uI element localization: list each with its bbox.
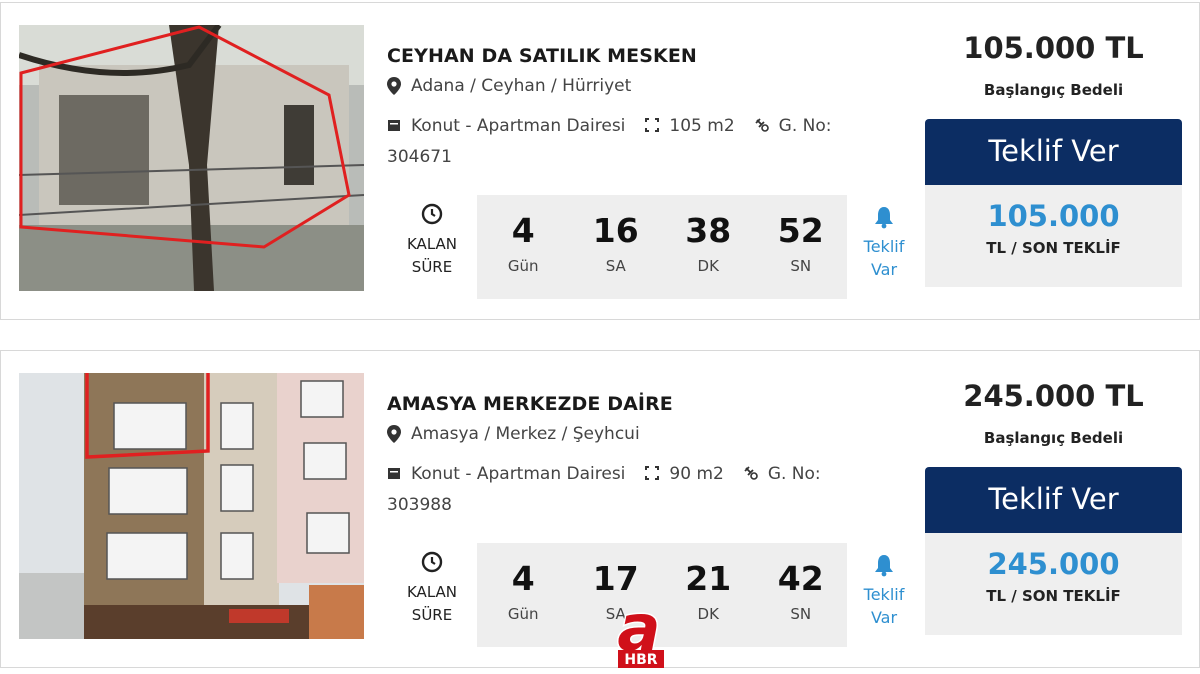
listing-location: Adana / Ceyhan / Hürriyet (387, 76, 631, 96)
make-offer-button[interactable]: Teklif Ver (925, 467, 1182, 533)
auction-number: 303988 (387, 495, 452, 515)
listing-card[interactable]: AMASYA MERKEZDE DAİRE Amasya / Merkez / … (0, 350, 1200, 668)
listing-card[interactable]: CEYHAN DA SATILIK MESKEN Adana / Ceyhan … (0, 2, 1200, 320)
timer-seconds: 52 SN (777, 211, 824, 275)
timer-hours: 16 SA (592, 211, 639, 275)
a-haber-logo: a HBR (616, 598, 664, 668)
countdown-timer: 4 Gün 16 SA 38 DK 52 SN (477, 195, 847, 299)
starting-price-label: Başlangıç Bedeli (983, 81, 1124, 99)
starting-price-label: Başlangıç Bedeli (983, 429, 1124, 447)
last-offer-label: TL / SON TEKLİF (986, 587, 1121, 605)
property-area: 90 m2 (669, 464, 724, 484)
property-area: 105 m2 (669, 116, 735, 136)
last-offer-value: 105.000 (987, 199, 1120, 233)
map-pin-icon (387, 77, 401, 95)
timer-minutes: 21 DK (685, 559, 732, 623)
clock-icon (421, 203, 443, 225)
svg-text:HBR: HBR (624, 652, 657, 668)
listing-details: Konut - Apartman Dairesi 105 m2 G. No: 3… (387, 111, 877, 173)
clock-icon (421, 551, 443, 573)
property-type: Konut - Apartman Dairesi (411, 464, 626, 484)
auction-number-icon (755, 118, 769, 132)
last-offer-value: 245.000 (987, 547, 1120, 581)
building-icon (388, 120, 400, 131)
starting-price: 105.000 TL (963, 31, 1144, 65)
last-offer-box: 105.000 TL / SON TEKLİF (925, 185, 1182, 287)
timer-days: 4 Gün (507, 211, 539, 275)
last-offer-box: 245.000 TL / SON TEKLİF (925, 533, 1182, 635)
auction-number-label: G. No: (778, 116, 832, 136)
auction-number-icon (744, 466, 758, 480)
auction-number-label: G. No: (767, 464, 821, 484)
map-pin-icon (387, 425, 401, 443)
starting-price: 245.000 TL (963, 379, 1144, 413)
area-icon (645, 466, 660, 480)
auction-number: 304671 (387, 147, 452, 167)
listing-details: Konut - Apartman Dairesi 90 m2 G. No: 30… (387, 459, 877, 521)
offer-status[interactable]: Teklif Var (859, 203, 909, 281)
last-offer-label: TL / SON TEKLİF (986, 239, 1121, 257)
bell-icon (875, 207, 893, 229)
remaining-time-label: KALAN SÜRE (399, 551, 465, 627)
timer-seconds: 42 SN (777, 559, 824, 623)
timer-minutes: 38 DK (685, 211, 732, 275)
area-icon (645, 118, 660, 132)
property-type: Konut - Apartman Dairesi (411, 116, 626, 136)
listing-location: Amasya / Merkez / Şeyhcui (387, 424, 640, 444)
location-text: Adana / Ceyhan / Hürriyet (411, 76, 632, 96)
listing-title[interactable]: CEYHAN DA SATILIK MESKEN (387, 45, 697, 67)
timer-days: 4 Gün (507, 559, 539, 623)
listing-photo[interactable] (19, 373, 364, 639)
offer-status[interactable]: Teklif Var (859, 551, 909, 629)
listing-photo[interactable] (19, 25, 364, 291)
listing-title[interactable]: AMASYA MERKEZDE DAİRE (387, 393, 673, 415)
make-offer-button[interactable]: Teklif Ver (925, 119, 1182, 185)
building-icon (388, 468, 400, 479)
location-text: Amasya / Merkez / Şeyhcui (411, 424, 640, 444)
bell-icon (875, 555, 893, 577)
remaining-time-label: KALAN SÜRE (399, 203, 465, 279)
